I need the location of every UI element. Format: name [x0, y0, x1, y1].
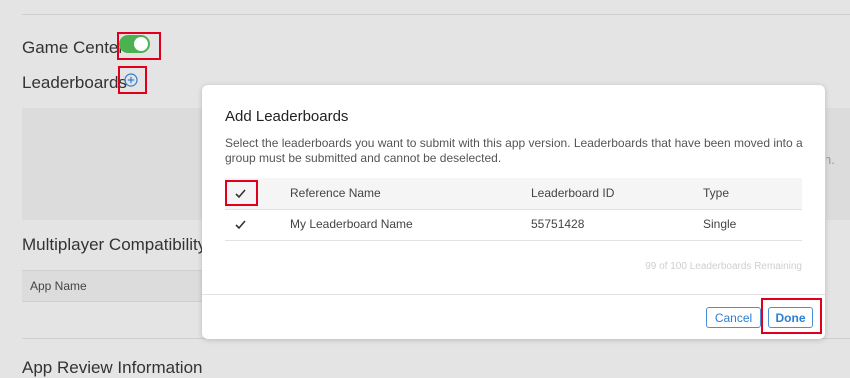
table-row[interactable]: My Leaderboard Name 55751428 Single: [225, 209, 802, 241]
dialog-title: Add Leaderboards: [225, 108, 349, 125]
checkmark-icon: [235, 220, 246, 230]
multiplayer-label: Multiplayer Compatibility: [22, 235, 207, 254]
column-leaderboard-id: Leaderboard ID: [531, 186, 615, 200]
leaderboards-label: Leaderboards: [22, 73, 127, 92]
multiplayer-table-header: App Name: [22, 270, 222, 302]
highlight-box-plus: [118, 66, 147, 94]
app-review-title: App Review Information: [22, 358, 203, 377]
column-reference-name: Reference Name: [290, 186, 381, 200]
row-leaderboard-id: 55751428: [531, 217, 585, 231]
game-center-label: Game Center: [22, 38, 125, 57]
remaining-count: 99 of 100 Leaderboards Remaining: [645, 261, 802, 272]
dialog-description: Select the leaderboards you want to subm…: [225, 136, 803, 165]
column-type: Type: [703, 186, 730, 200]
top-divider: [22, 14, 850, 15]
highlight-box-done: [761, 298, 822, 334]
footer-divider: [202, 294, 825, 295]
leaderboards-panel-edge: n.: [826, 108, 850, 220]
table-header: Reference Name Leaderboard ID Type: [225, 178, 802, 210]
row-reference-name: My Leaderboard Name: [290, 217, 413, 231]
row-checkbox[interactable]: [234, 218, 247, 231]
highlight-box-select-all: [225, 180, 258, 206]
leaderboards-panel: [22, 108, 222, 220]
cancel-button[interactable]: Cancel: [706, 307, 761, 328]
app-name-header: App Name: [30, 279, 87, 293]
row-type: Single: [703, 217, 737, 231]
add-leaderboards-dialog: Add Leaderboards Select the leaderboards…: [202, 85, 825, 339]
highlight-box-toggle: [117, 32, 161, 60]
panel-cut-text: n.: [826, 152, 835, 167]
